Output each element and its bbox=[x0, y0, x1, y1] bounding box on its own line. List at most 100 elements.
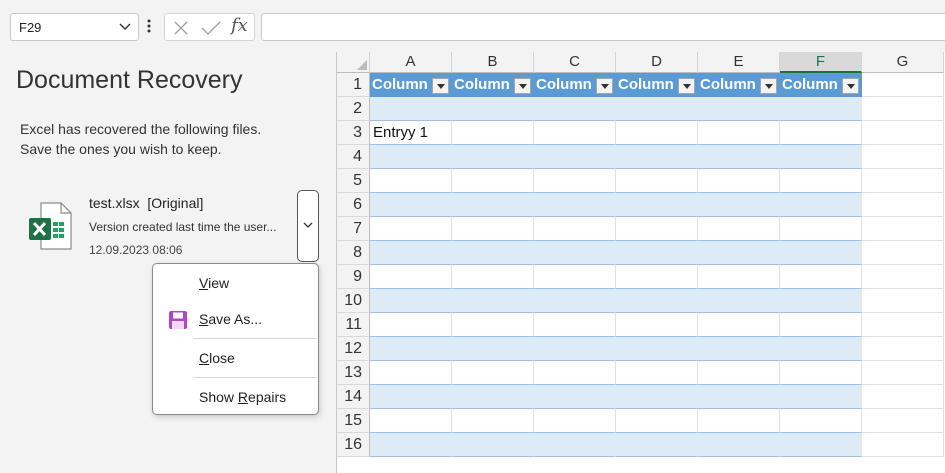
cell-c8[interactable] bbox=[534, 241, 616, 265]
cell-f15[interactable] bbox=[780, 409, 862, 433]
row-header-10[interactable]: 10 bbox=[337, 289, 370, 313]
cell-f7[interactable] bbox=[780, 217, 862, 241]
cell-f13[interactable] bbox=[780, 361, 862, 385]
cell-d12[interactable] bbox=[616, 337, 698, 361]
cell-a7[interactable] bbox=[370, 217, 452, 241]
select-all-corner[interactable] bbox=[337, 52, 370, 73]
cell-g14[interactable] bbox=[862, 385, 944, 409]
cell-g11[interactable] bbox=[862, 313, 944, 337]
cell-e4[interactable] bbox=[698, 145, 780, 169]
cell-g12[interactable] bbox=[862, 337, 944, 361]
cell-e8[interactable] bbox=[698, 241, 780, 265]
cell-a16[interactable] bbox=[370, 433, 452, 457]
menu-item-close[interactable]: Close bbox=[153, 343, 318, 373]
cell-a3[interactable]: Entryy 1 bbox=[370, 121, 452, 145]
cell-d6[interactable] bbox=[616, 193, 698, 217]
cell-d11[interactable] bbox=[616, 313, 698, 337]
cell-b1[interactable]: Column bbox=[452, 73, 534, 97]
cell-c15[interactable] bbox=[534, 409, 616, 433]
row-header-9[interactable]: 9 bbox=[337, 265, 370, 289]
column-header-c[interactable]: C bbox=[534, 52, 616, 73]
cell-d16[interactable] bbox=[616, 433, 698, 457]
cell-b13[interactable] bbox=[452, 361, 534, 385]
cell-c7[interactable] bbox=[534, 217, 616, 241]
cell-f12[interactable] bbox=[780, 337, 862, 361]
cell-f4[interactable] bbox=[780, 145, 862, 169]
cell-e15[interactable] bbox=[698, 409, 780, 433]
cell-g9[interactable] bbox=[862, 265, 944, 289]
cell-e7[interactable] bbox=[698, 217, 780, 241]
cell-a1[interactable]: Column bbox=[370, 73, 452, 97]
cell-b7[interactable] bbox=[452, 217, 534, 241]
cell-d1[interactable]: Column bbox=[616, 73, 698, 97]
cell-a15[interactable] bbox=[370, 409, 452, 433]
cell-a4[interactable] bbox=[370, 145, 452, 169]
column-header-g[interactable]: G bbox=[862, 52, 944, 73]
cell-e1[interactable]: Column bbox=[698, 73, 780, 97]
row-header-5[interactable]: 5 bbox=[337, 169, 370, 193]
name-box[interactable]: F29 bbox=[10, 13, 139, 41]
row-header-1[interactable]: 1 bbox=[337, 73, 370, 97]
cell-g8[interactable] bbox=[862, 241, 944, 265]
cell-a14[interactable] bbox=[370, 385, 452, 409]
cell-e12[interactable] bbox=[698, 337, 780, 361]
cell-c9[interactable] bbox=[534, 265, 616, 289]
cell-a12[interactable] bbox=[370, 337, 452, 361]
filter-dropdown-button[interactable] bbox=[432, 78, 449, 94]
menu-item-view[interactable]: View bbox=[153, 268, 318, 298]
cell-g1[interactable] bbox=[862, 73, 944, 97]
cell-e9[interactable] bbox=[698, 265, 780, 289]
row-header-12[interactable]: 12 bbox=[337, 337, 370, 361]
cell-e11[interactable] bbox=[698, 313, 780, 337]
cell-f10[interactable] bbox=[780, 289, 862, 313]
filter-dropdown-button[interactable] bbox=[514, 78, 531, 94]
cell-b15[interactable] bbox=[452, 409, 534, 433]
cell-b14[interactable] bbox=[452, 385, 534, 409]
cell-e2[interactable] bbox=[698, 97, 780, 121]
filter-dropdown-button[interactable] bbox=[760, 78, 777, 94]
cell-f5[interactable] bbox=[780, 169, 862, 193]
cell-g7[interactable] bbox=[862, 217, 944, 241]
cell-g15[interactable] bbox=[862, 409, 944, 433]
cell-g13[interactable] bbox=[862, 361, 944, 385]
cell-f14[interactable] bbox=[780, 385, 862, 409]
cell-d2[interactable] bbox=[616, 97, 698, 121]
cell-d4[interactable] bbox=[616, 145, 698, 169]
row-header-8[interactable]: 8 bbox=[337, 241, 370, 265]
cell-g16[interactable] bbox=[862, 433, 944, 457]
cell-d5[interactable] bbox=[616, 169, 698, 193]
formula-input[interactable] bbox=[261, 13, 945, 41]
row-header-15[interactable]: 15 bbox=[337, 409, 370, 433]
cell-c6[interactable] bbox=[534, 193, 616, 217]
cell-d7[interactable] bbox=[616, 217, 698, 241]
cell-e3[interactable] bbox=[698, 121, 780, 145]
cell-a6[interactable] bbox=[370, 193, 452, 217]
cell-b4[interactable] bbox=[452, 145, 534, 169]
column-header-e[interactable]: E bbox=[698, 52, 780, 73]
cell-b8[interactable] bbox=[452, 241, 534, 265]
filter-dropdown-button[interactable] bbox=[678, 78, 695, 94]
cell-b6[interactable] bbox=[452, 193, 534, 217]
cell-a13[interactable] bbox=[370, 361, 452, 385]
cancel-icon[interactable] bbox=[173, 20, 189, 36]
cell-b12[interactable] bbox=[452, 337, 534, 361]
cell-f1[interactable]: Column bbox=[780, 73, 862, 97]
cell-d14[interactable] bbox=[616, 385, 698, 409]
cell-c12[interactable] bbox=[534, 337, 616, 361]
cell-b11[interactable] bbox=[452, 313, 534, 337]
cell-a9[interactable] bbox=[370, 265, 452, 289]
cell-c4[interactable] bbox=[534, 145, 616, 169]
row-header-11[interactable]: 11 bbox=[337, 313, 370, 337]
menu-item-save-as[interactable]: Save As... bbox=[153, 304, 318, 334]
cell-c11[interactable] bbox=[534, 313, 616, 337]
cell-d3[interactable] bbox=[616, 121, 698, 145]
cell-d8[interactable] bbox=[616, 241, 698, 265]
cell-f11[interactable] bbox=[780, 313, 862, 337]
chevron-down-icon[interactable] bbox=[119, 18, 131, 34]
cell-e16[interactable] bbox=[698, 433, 780, 457]
menu-item-show-repairs[interactable]: Show Repairs bbox=[153, 382, 318, 412]
cell-b5[interactable] bbox=[452, 169, 534, 193]
cell-c5[interactable] bbox=[534, 169, 616, 193]
cell-c2[interactable] bbox=[534, 97, 616, 121]
cell-d13[interactable] bbox=[616, 361, 698, 385]
